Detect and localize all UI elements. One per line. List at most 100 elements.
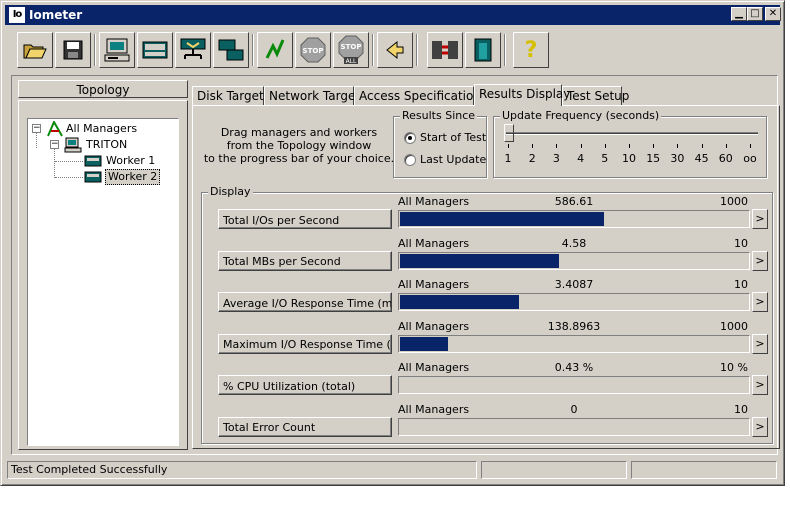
update-frequency-group: Update Frequency (seconds) 1 2 3 4 5 10 15 30 45… [493,109,767,178]
topology-heading: Topology [18,80,188,98]
update-frequency-thumb[interactable] [504,124,514,142]
tree-label: TRITON [86,138,128,151]
update-frequency-track[interactable] [506,132,758,135]
start-of-test-radio[interactable] [404,132,416,144]
tab-network-targets[interactable]: Network Targets [264,86,366,106]
window-title: Iometer [29,8,83,22]
frequency-tick-label: 1 [504,152,512,165]
metric-details-button[interactable]: > [752,416,768,437]
all-managers-icon [47,121,63,137]
tab-disk-targets[interactable]: Disk Targets [192,86,270,106]
topology-tree[interactable]: − All Managers − TRITON Worker 1 Worker … [27,118,179,446]
reset-workers-button[interactable] [377,32,413,68]
reset-workers-icon [386,40,404,60]
status-bar: Test Completed Successfully [7,461,777,479]
metric-value: 0.43 % [554,361,594,374]
metric-details-button[interactable]: > [752,250,768,271]
frequency-tick-label: 45 [694,152,709,165]
metric-progress-bar[interactable] [398,293,750,311]
metric-select-button[interactable]: Average I/O Response Time (ms) [218,292,392,312]
metric-progress-fill [400,212,604,226]
new-network-worker-icon [180,38,206,59]
frequency-tick-label: oo [743,152,757,165]
open-config-button[interactable] [17,32,53,68]
start-tests-button[interactable] [257,32,293,68]
instructions-line-1: Drag managers and workers [220,126,378,139]
tab-access-specifications[interactable]: Access Specifications [354,86,487,106]
display-group: Display All Managers 586.61 1000 Total I/Os… [201,185,773,444]
instructions-line-3: to the progress bar of your choice. [203,152,395,165]
metric-max: 10 [734,278,748,291]
metric-progress-bar[interactable] [398,376,750,394]
help-button[interactable]: ? [513,32,549,68]
tree-label: All Managers [66,122,138,135]
radio-selected-dot [408,136,412,140]
metric-progress-bar[interactable] [398,417,750,436]
new-manager-icon [104,38,130,62]
duplicate-worker-button[interactable] [213,32,249,68]
exit-button[interactable] [465,32,501,68]
save-icon [63,40,83,60]
topology-panel: Topology − All Managers − TRITON Worker … [18,80,188,450]
tab-test-setup[interactable]: Test Setup [562,86,629,106]
metric-progress-fill [400,336,448,351]
frequency-tick-mark [725,144,727,148]
computer-icon [64,137,82,153]
maximize-icon: □ [750,8,760,19]
metric-source: All Managers [398,402,470,416]
stop-button[interactable]: STOP [295,32,331,68]
new-disk-worker-button[interactable] [137,32,173,68]
toolbar-separator [504,34,506,66]
tree-line [36,132,37,148]
new-network-worker-button[interactable] [175,32,211,68]
frequency-tick-mark [604,144,606,148]
new-manager-button[interactable] [99,32,135,68]
metric-select-button[interactable]: Total MBs per Second [218,250,392,271]
toolbar-separator [372,34,374,66]
tab-results-display[interactable]: Results Display [474,84,570,106]
metric-select-button[interactable]: Total Error Count [218,416,392,437]
stop-all-icon: STOP ALL [338,35,364,65]
metric-details-button[interactable]: > [752,209,768,229]
frequency-tick-mark [556,144,558,148]
maximize-button[interactable]: □ [747,7,763,21]
metric-select-button[interactable]: % CPU Utilization (total) [218,375,392,395]
metric-select-button[interactable]: Total I/Os per Second [218,209,392,229]
close-icon: ✕ [768,8,778,19]
metric-details-button[interactable]: > [752,292,768,312]
metric-progress-bar[interactable] [398,210,750,228]
duplicate-worker-icon [218,39,244,61]
iometer-window: Io Iometer ▁ □ ✕ STOP STOP ALL ? Topolog… [0,0,785,486]
disconnect-button[interactable] [427,32,463,68]
start-of-test-label[interactable]: Start of Test [420,131,486,144]
last-update-label[interactable]: Last Update [420,153,486,166]
metric-progress-bar[interactable] [398,334,750,353]
metric-source: All Managers [398,195,470,208]
last-update-radio[interactable] [404,154,416,166]
metric-select-button[interactable]: Maximum I/O Response Time (ms) [218,333,392,354]
new-disk-worker-icon [142,41,168,59]
svg-text:ALL: ALL [346,58,357,65]
update-frequency-label: Update Frequency (seconds) [500,109,662,123]
toolbar-separator [416,34,418,66]
metric-details-button[interactable]: > [752,375,768,395]
close-button[interactable]: ✕ [765,7,781,21]
metric-details-button[interactable]: > [752,333,768,354]
metric-progress-bar[interactable] [398,251,750,270]
frequency-tick-label: 3 [552,152,560,165]
status-pane-3 [631,461,777,479]
toolbar-separator [252,34,254,66]
save-config-button[interactable] [55,32,91,68]
drag-instructions: Drag managers and workers from the Topol… [201,126,397,165]
title-bar[interactable]: Io Iometer ▁ □ ✕ [5,5,781,25]
stop-all-button[interactable]: STOP ALL [333,32,369,68]
open-icon [23,44,47,59]
tree-line [54,148,55,178]
metric-source: All Managers [398,236,470,250]
disconnect-icon [432,41,458,59]
metric-value: 138.8963 [547,319,601,333]
results-since-group: Results Since Start of Test Last Update [393,109,487,178]
minimize-button[interactable]: ▁ [731,7,747,21]
frequency-tick-mark [532,144,534,148]
display-label: Display [208,185,253,199]
